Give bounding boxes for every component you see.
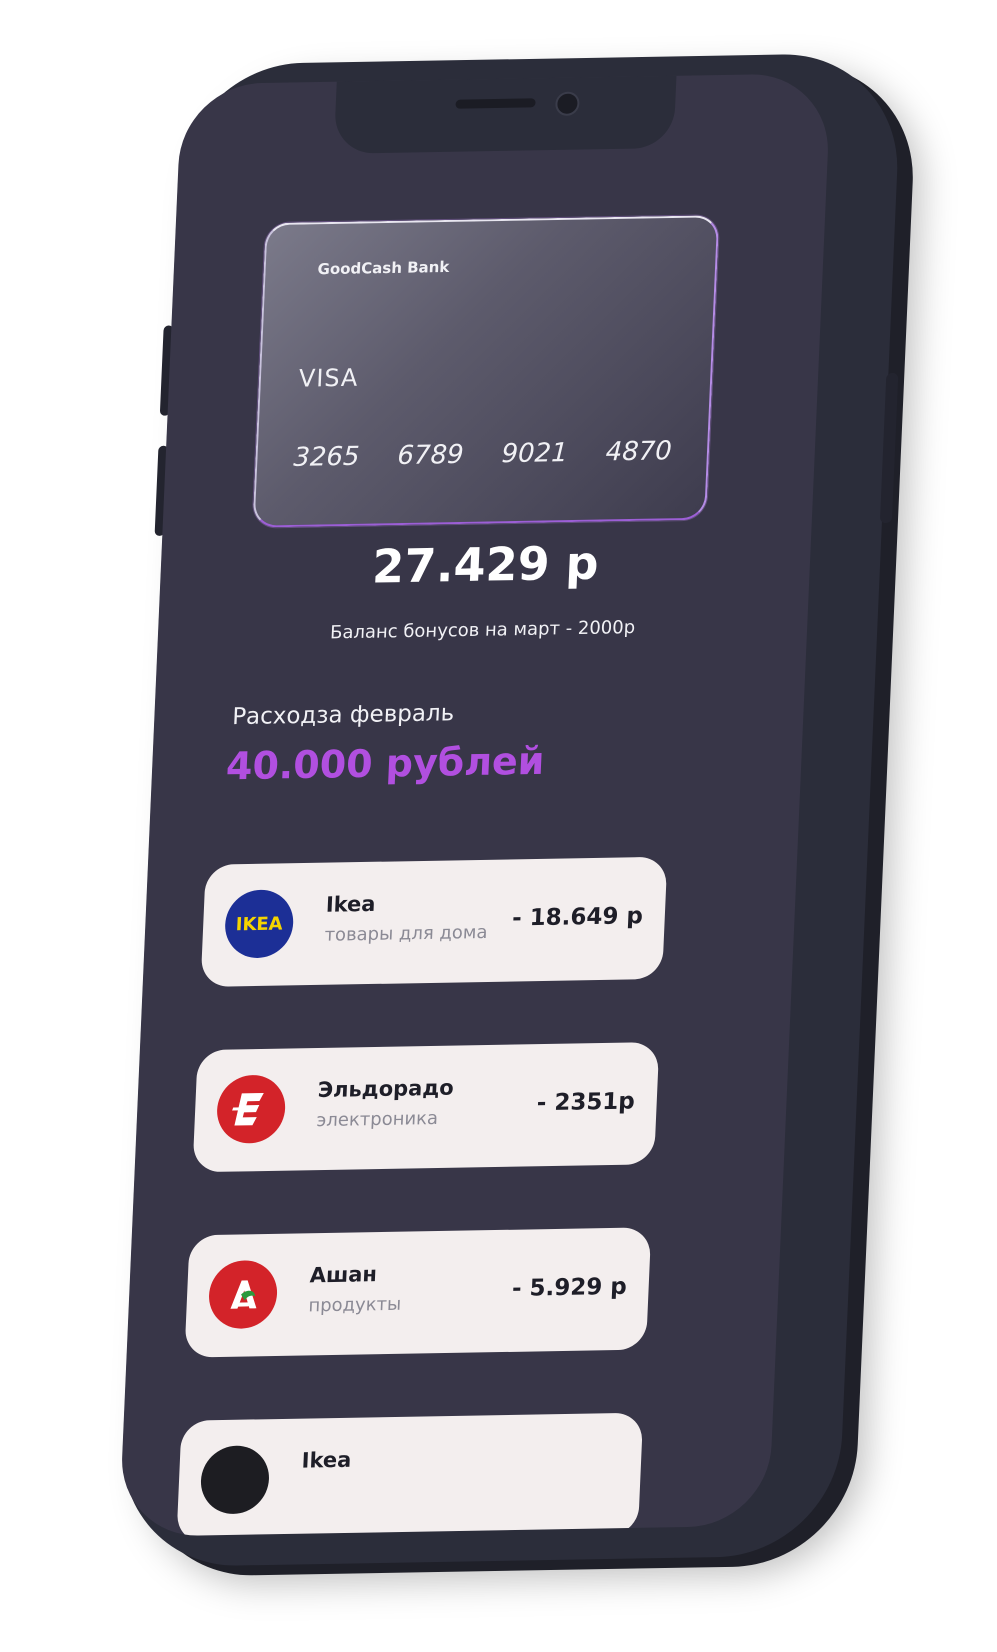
- transaction-category: продукты: [307, 1293, 402, 1317]
- ikea-logo-text: IKEA: [235, 912, 284, 935]
- transaction-amount: - 2351р: [536, 1088, 636, 1117]
- mockup-stage: GoodCash Bank VISA 3265 6789 9021 4870 2…: [0, 0, 997, 1652]
- card-number-group: 9021: [500, 438, 569, 470]
- card-number-group: 4870: [605, 436, 673, 468]
- card-brand: VISA: [298, 363, 360, 393]
- bank-name: GoodCash Bank: [317, 257, 450, 279]
- transaction-item[interactable]: Эльдорадо электроника - 2351р: [192, 1042, 660, 1173]
- card-number: 3265 6789 9021 4870: [293, 436, 673, 473]
- eldorado-logo-icon: [232, 1092, 264, 1126]
- transaction-merchant: Ашан: [309, 1262, 378, 1288]
- transaction-amount: - 5.929 р: [511, 1273, 628, 1302]
- front-camera-icon: [554, 91, 580, 116]
- auchan-logo-icon: [230, 1280, 257, 1309]
- auchan-logo-icon: [207, 1259, 279, 1330]
- transaction-category: электроника: [316, 1107, 439, 1132]
- ikea-logo-icon: IKEA: [223, 889, 295, 959]
- monthly-spending-label: Расходза февраль: [231, 700, 455, 731]
- transaction-merchant: Эльдорадо: [317, 1075, 455, 1103]
- bonus-balance-text: Баланс бонусов на март - 2000р: [329, 617, 636, 644]
- transaction-merchant: Ikea: [301, 1447, 352, 1473]
- notch: [333, 73, 677, 154]
- card-number-group: 3265: [292, 441, 361, 473]
- balance-amount: 27.429 р: [371, 535, 600, 594]
- eldorado-logo-icon: [215, 1074, 287, 1144]
- app-screen: GoodCash Bank VISA 3265 6789 9021 4870 2…: [119, 73, 832, 1537]
- transaction-merchant: Ikea: [325, 891, 377, 917]
- phone-screen: GoodCash Bank VISA 3265 6789 9021 4870 2…: [118, 73, 832, 1537]
- transaction-amount: - 18.649 р: [511, 903, 644, 932]
- power-button: [879, 372, 899, 524]
- transaction-item[interactable]: Ikea: [176, 1412, 644, 1537]
- monthly-spending-amount: 40.000 рублей: [225, 738, 546, 789]
- transaction-category: товары для дома: [324, 921, 488, 946]
- bank-card[interactable]: GoodCash Bank VISA 3265 6789 9021 4870: [252, 215, 720, 528]
- transaction-item[interactable]: IKEA Ikea товары для дома - 18.649 р: [200, 856, 668, 987]
- card-number-group: 6789: [396, 439, 465, 472]
- transaction-item[interactable]: Ашан продукты - 5.929 р: [184, 1227, 652, 1358]
- speaker-grille: [455, 98, 536, 109]
- merchant-logo-icon: [199, 1445, 271, 1515]
